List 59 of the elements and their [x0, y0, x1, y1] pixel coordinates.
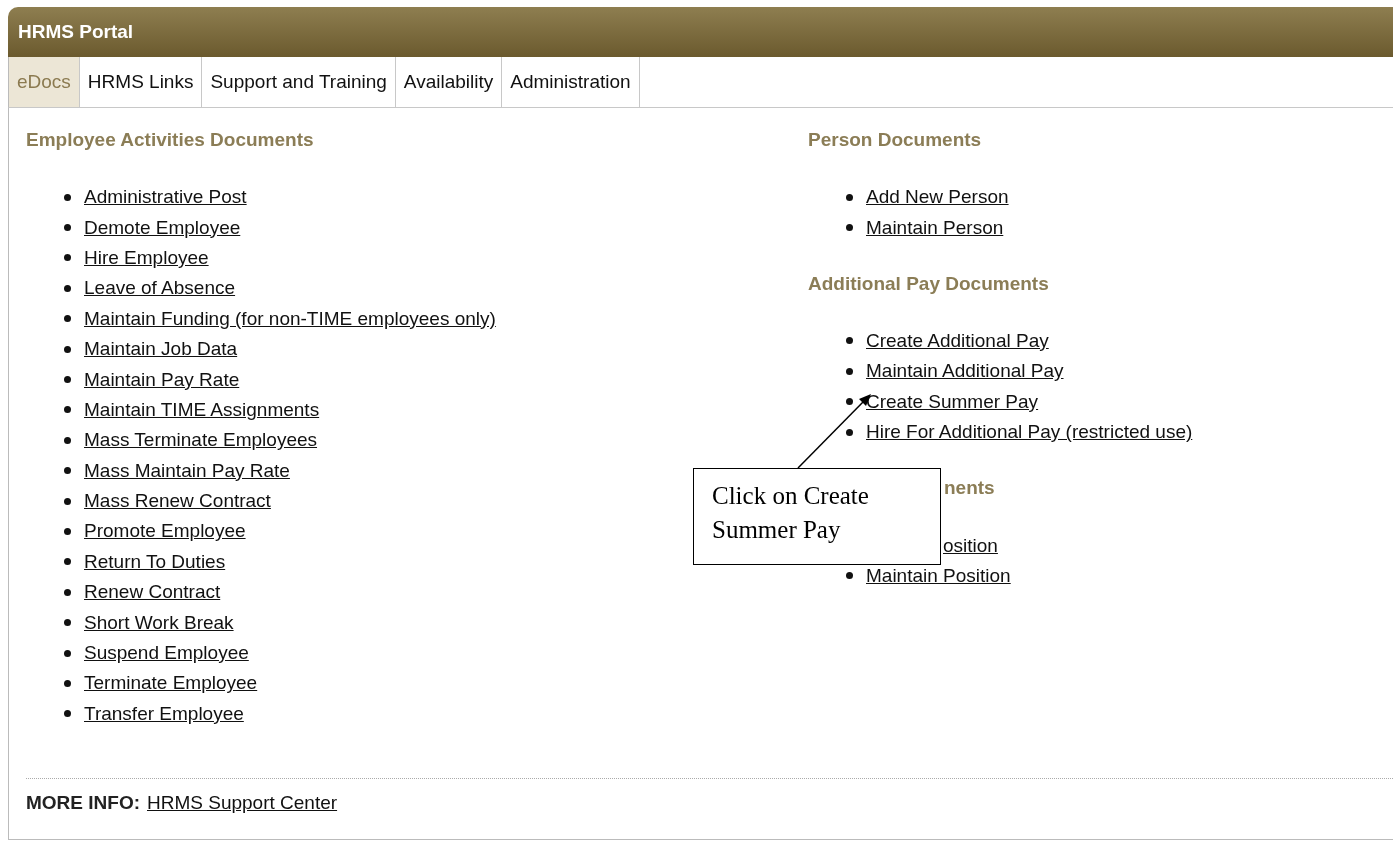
section-heading: Employee Activities Documents	[26, 128, 315, 152]
document-link[interactable]: Maintain Funding (for non-TIME employees only)	[84, 307, 496, 330]
callout-box: Click on Create Summer Pay	[693, 468, 941, 565]
bullet-icon	[64, 679, 71, 687]
bullet-icon	[64, 315, 71, 323]
bullet-icon	[846, 193, 853, 201]
bullet-icon	[64, 254, 71, 262]
section-heading: nents	[944, 476, 995, 501]
document-link[interactable]: Hire For Additional Pay (restricted use)	[866, 421, 1193, 444]
bullet-icon	[64, 467, 71, 475]
document-link[interactable]: Hire Employee	[84, 246, 209, 269]
bullet-icon	[64, 558, 71, 566]
bullet-icon	[846, 428, 853, 436]
bullet-icon	[64, 193, 71, 201]
bullet-icon	[846, 398, 853, 406]
bullet-icon	[64, 345, 71, 353]
document-link[interactable]: Transfer Employee	[84, 702, 244, 725]
document-link[interactable]: Maintain Person	[866, 216, 1004, 239]
bullet-icon	[64, 588, 71, 596]
bullet-icon	[64, 406, 71, 414]
document-link[interactable]: Short Work Break	[84, 611, 234, 634]
document-link[interactable]: Maintain Pay Rate	[84, 368, 240, 391]
bullet-icon	[64, 224, 71, 232]
document-link[interactable]: Maintain TIME Assignments	[84, 398, 320, 421]
bullet-icon	[64, 619, 71, 627]
bullet-icon	[846, 224, 853, 232]
bullet-icon	[64, 436, 71, 444]
bullet-icon	[64, 710, 71, 718]
document-link[interactable]: Maintain Job Data	[84, 338, 238, 361]
document-link[interactable]: osition	[943, 534, 998, 557]
document-link[interactable]: Maintain Position	[866, 564, 1011, 587]
document-link[interactable]: Create Summer Pay	[866, 390, 1039, 413]
bullet-icon	[846, 572, 853, 580]
bullet-icon	[64, 284, 71, 292]
document-link[interactable]: Mass Terminate Employees	[84, 429, 318, 452]
bullet-icon	[64, 649, 71, 657]
document-link[interactable]: Suspend Employee	[84, 642, 249, 665]
document-link[interactable]: Terminate Employee	[84, 672, 258, 695]
document-link[interactable]: Add New Person	[866, 186, 1009, 209]
document-link[interactable]: Mass Maintain Pay Rate	[84, 459, 290, 482]
document-link[interactable]: Create Additional Pay	[866, 329, 1049, 352]
bullet-icon	[64, 497, 71, 505]
document-link[interactable]: Return To Duties	[84, 550, 226, 573]
document-link[interactable]: Promote Employee	[84, 520, 246, 543]
document-link[interactable]: Demote Employee	[84, 216, 241, 239]
bullet-icon	[64, 376, 71, 384]
support-center-link[interactable]: HRMS Support Center	[147, 792, 338, 814]
bullet-icon	[846, 337, 853, 345]
bullet-icon	[846, 367, 853, 375]
document-link[interactable]: Administrative Post	[84, 186, 247, 209]
document-link[interactable]: Leave of Absence	[84, 277, 236, 300]
document-link[interactable]: Mass Renew Contract	[84, 490, 271, 513]
document-link[interactable]: Renew Contract	[84, 581, 221, 604]
window-title: HRMS Portal	[18, 21, 134, 43]
bullet-icon	[64, 528, 71, 535]
section-heading: Person Documents	[808, 128, 983, 152]
section-heading: Additional Pay Documents	[808, 271, 1050, 296]
document-link[interactable]: Maintain Additional Pay	[866, 360, 1064, 383]
more-info-label: MORE INFO:	[26, 792, 140, 814]
